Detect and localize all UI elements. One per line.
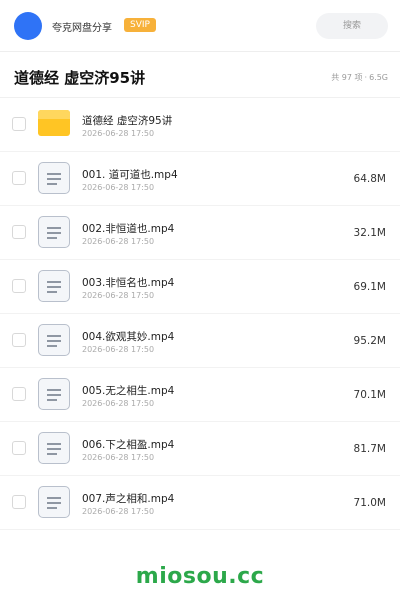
file-date: 2026-06-28 17:50 [82, 183, 155, 192]
video-file-icon [38, 270, 70, 302]
select-checkbox[interactable] [12, 495, 26, 509]
site-watermark: miosou.cc [135, 564, 265, 589]
file-name: 007.声之相和.mp4 [82, 493, 175, 505]
file-date: 2026-06-28 17:50 [82, 237, 155, 246]
list-item[interactable]: 004.欲观其妙.mp4 2026-06-28 17:50 95.2M [0, 314, 400, 368]
page-title: 道德经 虚空济95讲 [14, 69, 146, 87]
file-name: 002.非恒道也.mp4 [82, 223, 175, 235]
file-date: 2026-06-28 17:50 [82, 129, 155, 138]
file-date: 2026-06-28 17:50 [82, 291, 155, 300]
file-date: 2026-06-28 17:50 [82, 507, 155, 516]
file-list: 道德经 虚空济95讲 2026-06-28 17:50 001. 道可道也.mp… [0, 98, 400, 530]
file-name: 003.非恒名也.mp4 [82, 277, 175, 289]
list-item[interactable]: 002.非恒道也.mp4 2026-06-28 17:50 32.1M [0, 206, 400, 260]
search-button[interactable]: 搜索 [316, 13, 388, 39]
app-header: 夸克网盘分享 SVIP 搜索 [0, 0, 400, 52]
stats-separator: · [364, 73, 368, 82]
file-size: 71.0M [353, 497, 386, 509]
list-item[interactable]: 003.非恒名也.mp4 2026-06-28 17:50 69.1M [0, 260, 400, 314]
total-size: 6.5G [369, 73, 388, 82]
select-checkbox[interactable] [12, 387, 26, 401]
list-item[interactable]: 道德经 虚空济95讲 2026-06-28 17:50 [0, 98, 400, 152]
footer: miosou.cc [0, 550, 400, 600]
svip-badge: SVIP [124, 18, 156, 32]
file-size: 70.1M [353, 389, 386, 401]
item-count: 共 97 项 [331, 73, 363, 82]
select-checkbox[interactable] [12, 225, 26, 239]
video-file-icon [38, 432, 70, 464]
avatar[interactable] [14, 12, 42, 40]
file-date: 2026-06-28 17:50 [82, 345, 155, 354]
list-item[interactable]: 007.声之相和.mp4 2026-06-28 17:50 71.0M [0, 476, 400, 530]
video-file-icon [38, 324, 70, 356]
select-checkbox[interactable] [12, 117, 26, 131]
video-file-icon [38, 216, 70, 248]
file-size: 64.8M [353, 173, 386, 185]
file-size: 69.1M [353, 281, 386, 293]
select-checkbox[interactable] [12, 441, 26, 455]
file-date: 2026-06-28 17:50 [82, 399, 155, 408]
select-checkbox[interactable] [12, 279, 26, 293]
folder-stats: 共 97 项 · 6.5G [329, 72, 388, 83]
file-name: 006.下之相盈.mp4 [82, 439, 175, 451]
folder-titlebar: 道德经 虚空济95讲 共 97 项 · 6.5G [0, 52, 400, 98]
file-size: 32.1M [353, 227, 386, 239]
video-file-icon [38, 378, 70, 410]
file-size: 95.2M [353, 335, 386, 347]
brand-name: 夸克网盘分享 [52, 23, 112, 34]
file-name: 004.欲观其妙.mp4 [82, 331, 175, 343]
list-item[interactable]: 001. 道可道也.mp4 2026-06-28 17:50 64.8M [0, 152, 400, 206]
folder-icon [38, 108, 70, 140]
video-file-icon [38, 486, 70, 518]
file-name: 001. 道可道也.mp4 [82, 169, 178, 181]
file-size: 81.7M [353, 443, 386, 455]
select-checkbox[interactable] [12, 333, 26, 347]
file-date: 2026-06-28 17:50 [82, 453, 155, 462]
file-name: 道德经 虚空济95讲 [82, 115, 173, 127]
file-name: 005.无之相生.mp4 [82, 385, 175, 397]
list-item[interactable]: 006.下之相盈.mp4 2026-06-28 17:50 81.7M [0, 422, 400, 476]
list-item[interactable]: 005.无之相生.mp4 2026-06-28 17:50 70.1M [0, 368, 400, 422]
select-checkbox[interactable] [12, 171, 26, 185]
video-file-icon [38, 162, 70, 194]
